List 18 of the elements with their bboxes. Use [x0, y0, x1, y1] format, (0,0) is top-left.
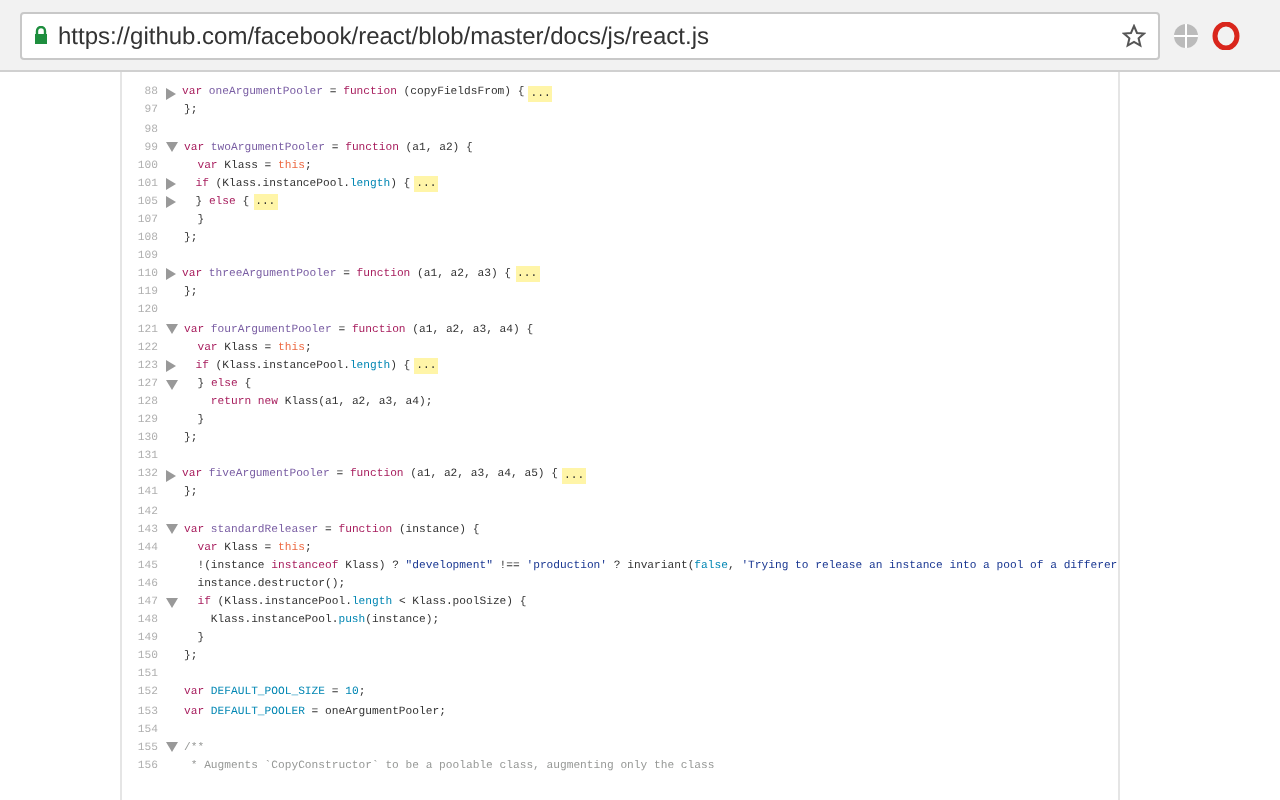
- star-icon[interactable]: [1122, 23, 1146, 47]
- collapsed-fold-icon[interactable]: [166, 469, 176, 482]
- lock-icon: [34, 26, 48, 44]
- address-bar[interactable]: https://github.com/facebook/react/blob/master/docs/js/react.js: [20, 11, 1160, 59]
- url-text: https://github.com/facebook/react/blob/master/docs/js/react.js: [58, 19, 711, 53]
- collapsed-fold-icon[interactable]: [166, 178, 176, 191]
- globe-icon[interactable]: [1172, 21, 1200, 49]
- ring-icon[interactable]: [1212, 21, 1240, 49]
- expanded-fold-icon[interactable]: [166, 524, 178, 535]
- collapsed-fold-icon[interactable]: [166, 87, 176, 100]
- collapsed-fold-icon[interactable]: [166, 359, 176, 372]
- expanded-fold-icon[interactable]: [166, 324, 178, 335]
- expanded-fold-icon[interactable]: [166, 142, 178, 153]
- expanded-fold-icon[interactable]: [166, 742, 178, 753]
- collapsed-fold-icon[interactable]: [166, 196, 176, 209]
- expanded-fold-icon[interactable]: [166, 379, 178, 390]
- expanded-fold-icon[interactable]: [166, 597, 178, 608]
- collapsed-fold-icon[interactable]: [166, 268, 176, 281]
